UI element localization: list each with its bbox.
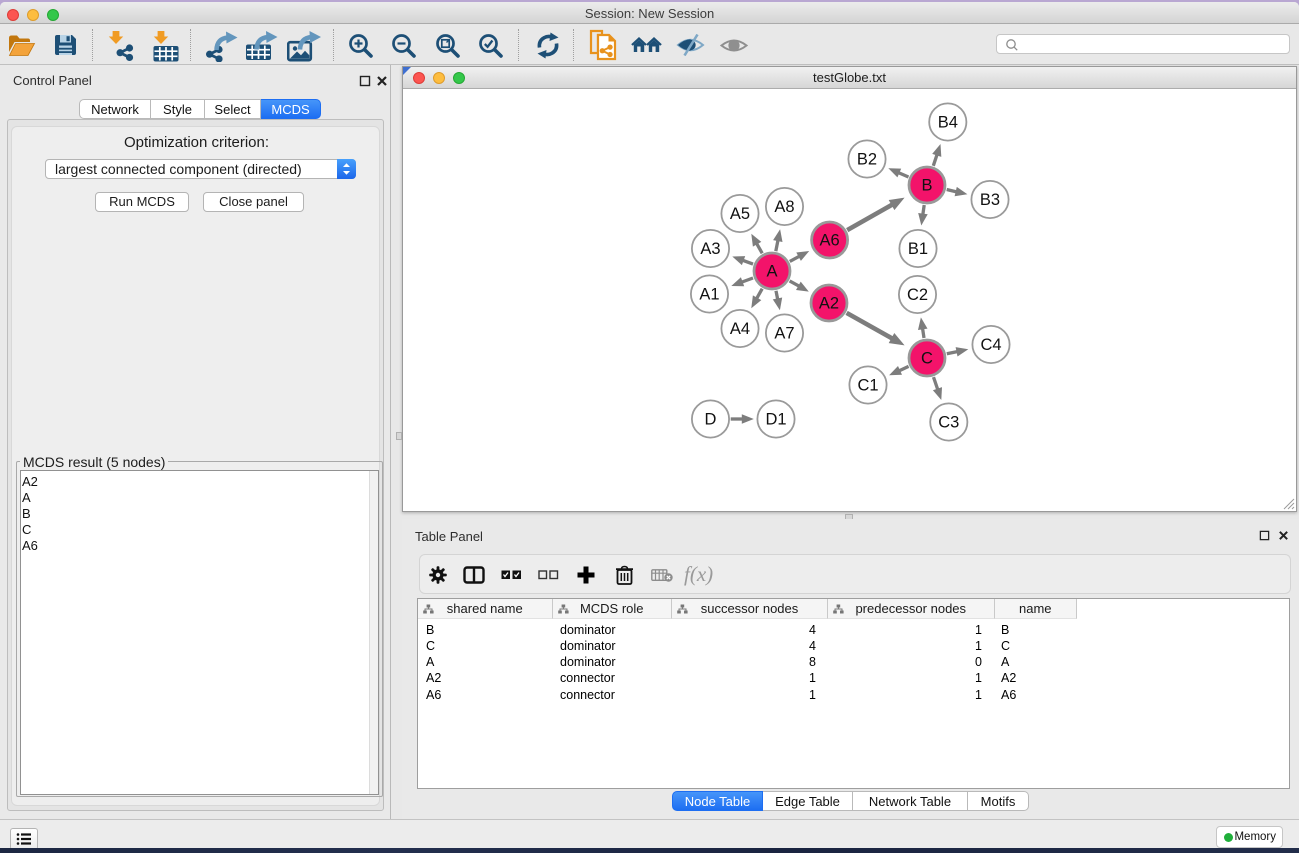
svg-text:C: C [921, 350, 933, 368]
svg-text:B2: B2 [857, 151, 877, 169]
svg-text:B1: B1 [908, 240, 928, 258]
svg-text:A2: A2 [819, 295, 839, 313]
svg-text:A: A [766, 263, 777, 281]
svg-text:C2: C2 [907, 286, 928, 304]
svg-text:A6: A6 [820, 232, 840, 250]
svg-text:D1: D1 [765, 411, 786, 429]
svg-text:B3: B3 [980, 191, 1000, 209]
svg-text:A4: A4 [730, 320, 750, 338]
svg-text:C1: C1 [857, 377, 878, 395]
svg-text:A7: A7 [774, 325, 794, 343]
svg-text:C4: C4 [980, 336, 1001, 354]
svg-text:A3: A3 [700, 240, 720, 258]
svg-text:A1: A1 [699, 286, 719, 304]
svg-text:D: D [705, 411, 717, 429]
svg-text:A5: A5 [730, 205, 750, 223]
svg-text:C3: C3 [938, 414, 959, 432]
svg-text:B4: B4 [938, 114, 958, 132]
svg-text:A8: A8 [774, 198, 794, 216]
svg-text:B: B [921, 177, 932, 195]
